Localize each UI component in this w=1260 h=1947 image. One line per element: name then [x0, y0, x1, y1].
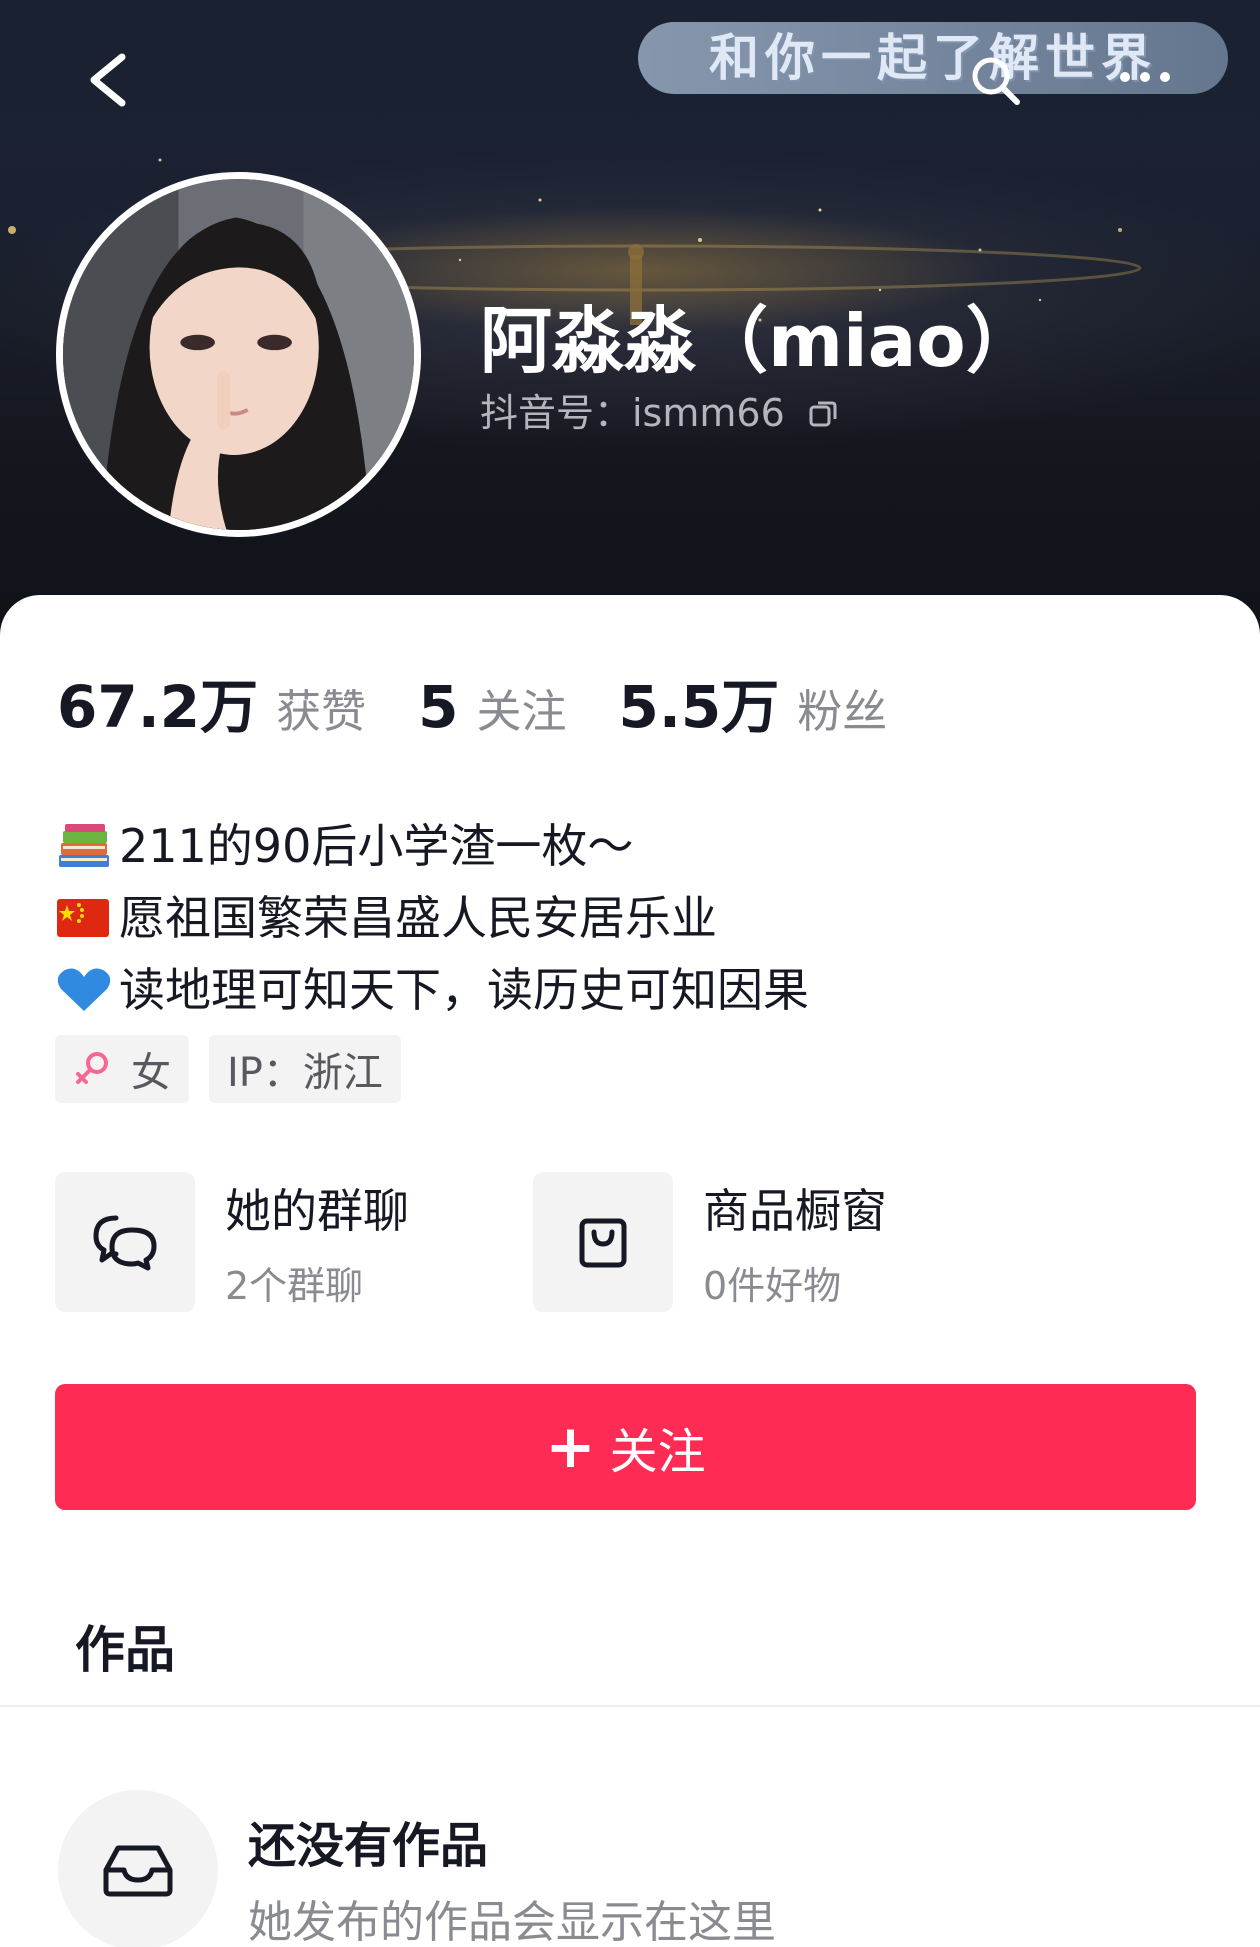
- bio-line: 读地理可知天下，读历史可知因果: [55, 954, 809, 1026]
- profile-bio: 211的90后小学渣一枚～ 愿祖国繁荣昌盛人民安居乐业 读地理可知天下，读历史可…: [55, 810, 809, 1026]
- profile-header-background: 和你一起了解世界 阿淼淼（miao） 抖音号：ismm66: [0, 0, 1260, 640]
- bio-line-text: 211的90后小学渣一枚～: [119, 819, 634, 873]
- profile-stats: 67.2万 获赞 5 关注 5.5万 粉丝: [57, 660, 939, 741]
- shopping-bag-icon: [579, 1218, 627, 1268]
- back-button[interactable]: [80, 45, 140, 115]
- followers-label[interactable]: 粉丝: [797, 675, 887, 740]
- more-options-button[interactable]: [1115, 62, 1175, 92]
- followers-count[interactable]: 5.5万: [619, 660, 780, 744]
- empty-works-icon-box: [58, 1790, 218, 1947]
- showcase-title: 商品橱窗: [703, 1183, 887, 1238]
- likes-label: 获赞: [276, 685, 367, 738]
- profile-tags: 女 IP：浙江: [55, 1035, 401, 1103]
- plus-icon: +: [545, 1412, 596, 1482]
- group-chat-icon-box: [55, 1172, 195, 1312]
- follow-button[interactable]: + 关注: [55, 1384, 1196, 1510]
- gender-tag-label: 女: [131, 1050, 171, 1096]
- empty-works-title: 还没有作品: [248, 1818, 489, 1874]
- chat-bubbles-icon: [93, 1215, 157, 1271]
- gender-tag: 女: [55, 1035, 189, 1103]
- douyin-id-text: 抖音号：ismm66: [480, 391, 785, 435]
- douyin-id[interactable]: 抖音号：ismm66: [480, 382, 839, 437]
- group-chat-entry[interactable]: 她的群聊 2个群聊: [55, 1172, 409, 1312]
- bio-line: 愿祖国繁荣昌盛人民安居乐业: [55, 882, 809, 954]
- following-count[interactable]: 5: [418, 673, 458, 741]
- female-symbol-icon: [76, 1052, 108, 1084]
- product-showcase-entry[interactable]: 商品橱窗 0件好物: [533, 1172, 887, 1312]
- follow-button-label: 关注: [609, 1424, 706, 1480]
- blue-heart-icon: [57, 968, 111, 1011]
- chevron-left-icon: [90, 53, 126, 107]
- ip-location-label: IP：浙江: [227, 1050, 383, 1096]
- china-flag-icon: [57, 899, 109, 937]
- tab-works[interactable]: 作品: [75, 1610, 175, 1682]
- more-dots-icon: [1120, 72, 1170, 82]
- copy-icon[interactable]: [807, 398, 839, 430]
- group-chat-text: 她的群聊 2个群聊: [225, 1175, 409, 1310]
- likes-count: 67.2万: [57, 673, 259, 741]
- bio-line-text: 读地理可知天下，读历史可知因果: [119, 963, 809, 1017]
- profile-nickname: 阿淼淼（miao）: [480, 299, 1038, 383]
- inbox-tray-icon: [103, 1845, 173, 1897]
- search-icon: [972, 57, 1020, 105]
- group-chat-title: 她的群聊: [225, 1183, 409, 1238]
- avatar[interactable]: [56, 172, 421, 537]
- showcase-icon-box: [533, 1172, 673, 1312]
- showcase-count: 0件好物: [703, 1263, 842, 1308]
- empty-works-subtitle: 她发布的作品会显示在这里: [248, 1897, 776, 1947]
- avatar-photo: [63, 179, 414, 530]
- bio-line: 211的90后小学渣一枚～: [55, 810, 809, 882]
- showcase-text: 商品橱窗 0件好物: [703, 1175, 887, 1310]
- following-label[interactable]: 关注: [476, 675, 566, 740]
- tab-divider: [0, 1705, 1260, 1707]
- ip-location-tag: IP：浙江: [209, 1035, 401, 1103]
- profile-entries: 她的群聊 2个群聊 商品橱窗 0件好物: [55, 1172, 1205, 1312]
- bio-line-text: 愿祖国繁荣昌盛人民安居乐业: [119, 891, 717, 945]
- books-icon: [59, 824, 109, 867]
- group-chat-count: 2个群聊: [225, 1263, 364, 1308]
- search-button[interactable]: [965, 50, 1025, 110]
